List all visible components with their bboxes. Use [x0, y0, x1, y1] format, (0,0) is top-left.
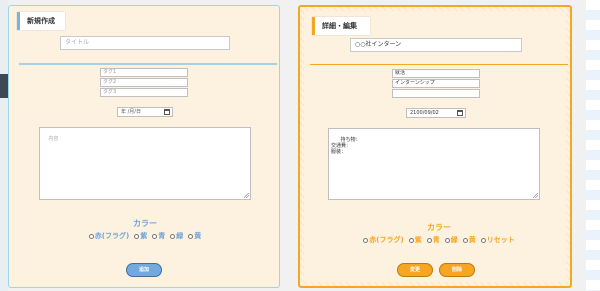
edit-color-yellow[interactable]: 黄 — [462, 235, 476, 245]
page-edge-left — [0, 0, 8, 291]
radio-label: 青 — [158, 232, 166, 240]
new-content-placeholder: 内容 — [48, 136, 59, 142]
new-title-input[interactable]: タイトル — [60, 36, 230, 50]
radio-label: リセット — [486, 236, 515, 244]
edit-color-radio-group: 赤(フラグ) 紫 青 緑 黄 リセット — [304, 235, 574, 245]
radio-icon[interactable] — [480, 237, 486, 243]
new-item-panel: 新規作成 タイトル タグ1 タグ2 タグ3 年 /月/日 内容 カラー 赤(フラ… — [8, 5, 280, 288]
edit-color-purple[interactable]: 紫 — [408, 235, 422, 245]
radio-label: 紫 — [140, 232, 148, 240]
edge-notch — [0, 74, 8, 98]
resize-grip-icon[interactable] — [244, 193, 249, 198]
radio-icon[interactable] — [134, 233, 140, 239]
radio-icon[interactable] — [188, 233, 194, 239]
radio-icon[interactable] — [152, 233, 158, 239]
new-panel-heading: 新規作成 — [17, 12, 65, 30]
edit-color-reset[interactable]: リセット — [480, 235, 515, 245]
edit-tag-input-3[interactable] — [392, 89, 480, 98]
edit-title-input[interactable]: ○○社インターン — [350, 38, 522, 52]
new-date-input[interactable]: 年 /月/日 — [117, 107, 173, 117]
edit-content-value: 持ち物： 交通費： 服装： — [331, 137, 361, 155]
radio-icon[interactable] — [170, 233, 176, 239]
resize-grip-icon[interactable] — [533, 193, 538, 198]
radio-label: 赤(フラグ) — [369, 236, 404, 244]
edit-date-input[interactable]: 2100/09/02 — [406, 108, 466, 118]
edit-panel-inner: 詳細・編集 ○○社インターン 就活 インターンシップ 2100/09/02 持ち… — [304, 11, 568, 282]
edit-divider — [310, 64, 568, 65]
radio-label: 緑 — [450, 236, 458, 244]
edit-tag-input-1[interactable]: 就活 — [392, 69, 480, 78]
new-color-radio-group: 赤(フラグ) 紫 青 緑 黄 — [9, 231, 281, 241]
new-tag-input-1[interactable]: タグ1 — [100, 68, 188, 77]
calendar-icon[interactable] — [164, 109, 170, 115]
radio-icon[interactable] — [426, 237, 432, 243]
edit-content-textarea[interactable]: 持ち物： 交通費： 服装： — [328, 128, 540, 200]
edit-date-value: 2100/09/02 — [410, 110, 439, 116]
new-divider — [19, 63, 277, 65]
radio-icon[interactable] — [88, 233, 94, 239]
edit-tag-input-2[interactable]: インターンシップ — [392, 79, 480, 88]
edit-color-label: カラー — [427, 223, 451, 232]
new-color-label: カラー — [133, 219, 157, 228]
radio-label: 黄 — [194, 232, 202, 240]
delete-button[interactable]: 削除 — [439, 263, 475, 277]
calendar-icon[interactable] — [457, 110, 463, 116]
edit-panel-heading: 詳細・編集 — [312, 17, 370, 35]
radio-icon[interactable] — [408, 237, 414, 243]
radio-icon[interactable] — [363, 237, 369, 243]
edit-item-panel: 詳細・編集 ○○社インターン 就活 インターンシップ 2100/09/02 持ち… — [298, 5, 572, 288]
add-button[interactable]: 追加 — [126, 263, 162, 277]
update-button[interactable]: 変更 — [397, 263, 433, 277]
new-color-red[interactable]: 赤(フラグ) — [88, 231, 130, 241]
page-edge-right — [586, 0, 600, 291]
edit-color-blue[interactable]: 青 — [426, 235, 440, 245]
edit-color-red[interactable]: 赤(フラグ) — [363, 235, 404, 245]
edit-color-green[interactable]: 緑 — [444, 235, 458, 245]
new-color-green[interactable]: 緑 — [170, 231, 183, 241]
radio-icon[interactable] — [462, 237, 468, 243]
radio-label: 青 — [432, 236, 440, 244]
radio-icon[interactable] — [444, 237, 450, 243]
radio-label: 赤(フラグ) — [94, 232, 130, 240]
new-date-placeholder: 年 /月/日 — [121, 109, 141, 115]
radio-label: 紫 — [414, 236, 422, 244]
radio-label: 緑 — [176, 232, 184, 240]
radio-label: 黄 — [468, 236, 476, 244]
new-tag-input-3[interactable]: タグ3 — [100, 88, 188, 97]
new-tag-input-2[interactable]: タグ2 — [100, 78, 188, 87]
new-color-blue[interactable]: 青 — [152, 231, 165, 241]
new-color-purple[interactable]: 紫 — [134, 231, 147, 241]
new-color-yellow[interactable]: 黄 — [188, 231, 201, 241]
new-content-textarea[interactable]: 内容 — [39, 127, 251, 200]
